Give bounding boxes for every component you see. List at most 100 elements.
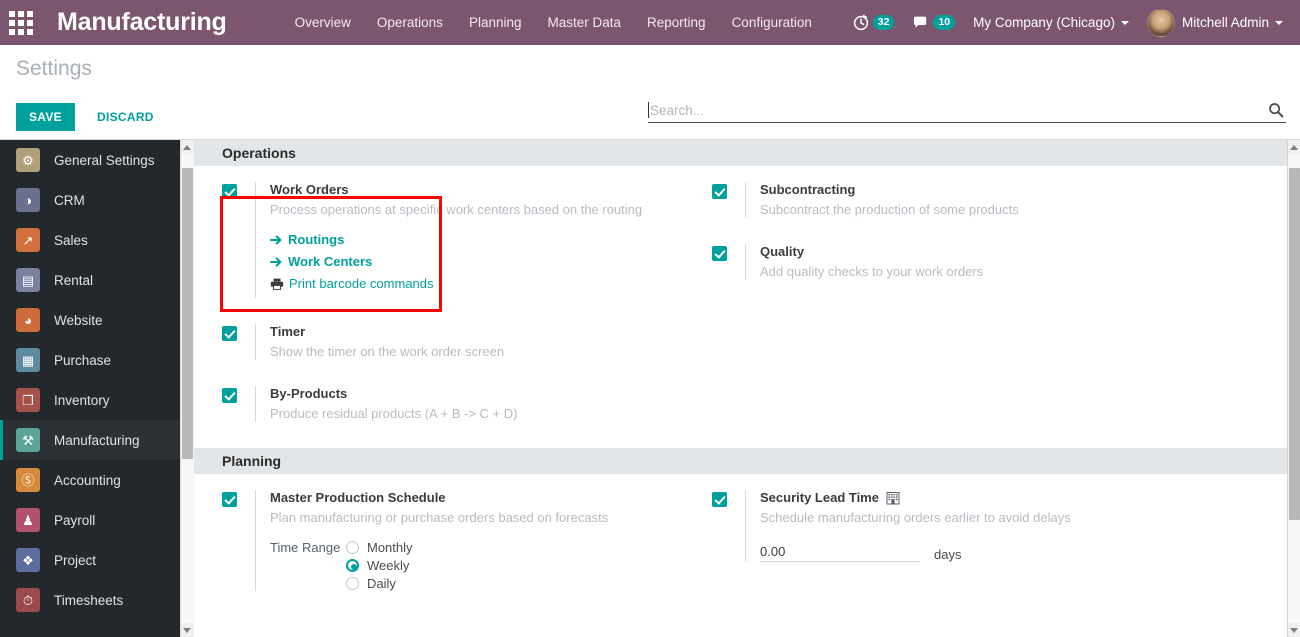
setting-title-text: Subcontracting	[760, 182, 856, 197]
menu-item-reporting[interactable]: Reporting	[634, 0, 719, 45]
radio-row: Time Range Monthly	[270, 540, 694, 555]
messages-button[interactable]: 10	[903, 0, 964, 45]
sidebar-item-label: Purchase	[54, 352, 112, 368]
scroll-down-arrow-icon[interactable]	[1287, 623, 1300, 637]
user-name-label: Mitchell Admin	[1181, 15, 1269, 30]
scroll-thumb[interactable]	[1288, 168, 1300, 520]
sidebar-item-inventory[interactable]: ❐ Inventory	[0, 380, 180, 420]
setting-title-text: Master Production Schedule	[270, 490, 446, 505]
search-icon[interactable]	[1268, 102, 1284, 118]
setting-body: Subcontracting Subcontract the production…	[745, 182, 1194, 218]
radio-row: Weekly	[270, 558, 694, 573]
card-icon: ▦	[16, 348, 40, 372]
checkbox-master-production-schedule[interactable]	[222, 492, 237, 507]
search-bar[interactable]	[648, 102, 1286, 123]
menu-item-overview[interactable]: Overview	[282, 0, 364, 45]
scroll-up-arrow-icon[interactable]	[1287, 140, 1300, 154]
setting-body: Work Orders Process operations at specifi…	[255, 182, 694, 298]
link-routings[interactable]: Routings	[270, 232, 694, 247]
radio-daily[interactable]	[346, 577, 359, 590]
radio-monthly[interactable]	[346, 541, 359, 554]
sidebar-item-manufacturing[interactable]: ⚒ Manufacturing	[0, 420, 180, 460]
checkbox-work-orders[interactable]	[222, 184, 237, 199]
scroll-track[interactable]	[1287, 154, 1300, 623]
sidebar-item-purchase[interactable]: ▦ Purchase	[0, 340, 180, 380]
radio-weekly[interactable]	[346, 559, 359, 572]
security-lead-time-field-row: days	[760, 542, 1194, 562]
chevron-down-icon	[1120, 20, 1129, 25]
menu-item-planning[interactable]: Planning	[456, 0, 535, 45]
settings-sidebar[interactable]: ⚙ General Settings ◑ CRM ↗ Sales ▤ Rental ◕ Websi…	[0, 140, 180, 637]
avatar	[1146, 8, 1175, 37]
sidebar-item-label: General Settings	[54, 152, 155, 168]
section-header-planning: Planning	[194, 448, 1287, 474]
sidebar-item-sales[interactable]: ↗ Sales	[0, 220, 180, 260]
puzzle-icon: ❖	[16, 548, 40, 572]
invoice-icon: Ⓢ	[16, 468, 40, 492]
user-menu[interactable]: Mitchell Admin	[1138, 0, 1292, 45]
content-scrollbar[interactable]	[1287, 140, 1300, 637]
discard-button[interactable]: DISCARD	[83, 103, 168, 131]
sidebar-item-rental[interactable]: ▤ Rental	[0, 260, 180, 300]
sidebar-item-project[interactable]: ❖ Project	[0, 540, 180, 580]
sidebar-item-website[interactable]: ◕ Website	[0, 300, 180, 340]
checkbox-security-lead-time[interactable]	[712, 492, 727, 507]
radio-row: Daily	[270, 576, 694, 591]
sidebar-scrollbar[interactable]	[180, 140, 194, 637]
radio-label-monthly[interactable]: Monthly	[367, 540, 413, 555]
radio-label-daily[interactable]: Daily	[367, 576, 396, 591]
checkbox-by-products[interactable]	[222, 388, 237, 403]
radio-label-weekly[interactable]: Weekly	[367, 558, 409, 573]
security-lead-time-input[interactable]	[760, 542, 920, 562]
sidebar-item-payroll[interactable]: ♟ Payroll	[0, 500, 180, 540]
sidebar-item-timesheets[interactable]: ⏱ Timesheets	[0, 580, 180, 620]
setting-title: Security Lead Time	[760, 490, 1194, 505]
scroll-up-arrow-icon[interactable]	[180, 140, 194, 154]
menu-item-master-data[interactable]: Master Data	[534, 0, 634, 45]
setting-title: Subcontracting	[760, 182, 1194, 197]
scroll-track[interactable]	[180, 154, 194, 623]
setting-title: Master Production Schedule	[270, 490, 694, 505]
scroll-thumb[interactable]	[181, 168, 193, 459]
sidebar-item-label: Accounting	[54, 472, 121, 488]
sidebar-item-crm[interactable]: ◑ CRM	[0, 180, 180, 220]
setting-title: Work Orders	[270, 182, 694, 197]
menu-item-operations[interactable]: Operations	[364, 0, 456, 45]
activities-count-badge: 32	[872, 15, 895, 30]
sidebar-item-label: Website	[54, 312, 103, 328]
wrench-icon: ⚒	[16, 428, 40, 452]
settings-column-left: Work Orders Process operations at specifi…	[194, 182, 694, 448]
setting-title-text: Quality	[760, 244, 805, 259]
search-input[interactable]	[650, 102, 1268, 118]
scroll-down-arrow-icon[interactable]	[180, 623, 194, 637]
clock-icon	[853, 14, 868, 31]
setting-description: Schedule manufacturing orders earlier to…	[760, 510, 1071, 525]
activities-button[interactable]: 32	[844, 0, 904, 45]
app-brand-title[interactable]: Manufacturing	[57, 8, 227, 37]
settings-column-right: Security Lead Time Schedule manufacturing…	[694, 490, 1194, 617]
sidebar-item-general-settings[interactable]: ⚙ General Settings	[0, 140, 180, 180]
checkbox-subcontracting[interactable]	[712, 184, 727, 199]
setting-title-text: Work Orders	[270, 182, 349, 197]
setting-title: Timer	[270, 324, 694, 339]
text-cursor	[648, 102, 649, 118]
link-work-centers[interactable]: Work Centers	[270, 254, 694, 269]
save-button[interactable]: SAVE	[16, 103, 75, 131]
menu-item-configuration[interactable]: Configuration	[719, 0, 825, 45]
building-icon	[886, 491, 900, 504]
person-badge-icon: ♟	[16, 508, 40, 532]
sidebar-item-label: Manufacturing	[54, 432, 140, 448]
gear-icon: ⚙	[16, 148, 40, 172]
stopwatch-icon: ⏱	[16, 588, 40, 612]
control-panel: Settings SAVE DISCARD	[0, 45, 1300, 140]
sidebar-item-label: Payroll	[54, 512, 96, 528]
checkbox-timer[interactable]	[222, 326, 237, 341]
setting-body: By-Products Produce residual products (A …	[255, 386, 694, 422]
link-print-barcode-commands[interactable]: Print barcode commands	[270, 276, 694, 291]
apps-grid-icon[interactable]	[7, 9, 35, 37]
checkbox-quality[interactable]	[712, 246, 727, 261]
sidebar-item-label: CRM	[54, 192, 85, 208]
sidebar-item-accounting[interactable]: Ⓢ Accounting	[0, 460, 180, 500]
company-switcher[interactable]: My Company (Chicago)	[964, 0, 1138, 45]
setting-body: Timer Show the timer on the work order sc…	[255, 324, 694, 360]
